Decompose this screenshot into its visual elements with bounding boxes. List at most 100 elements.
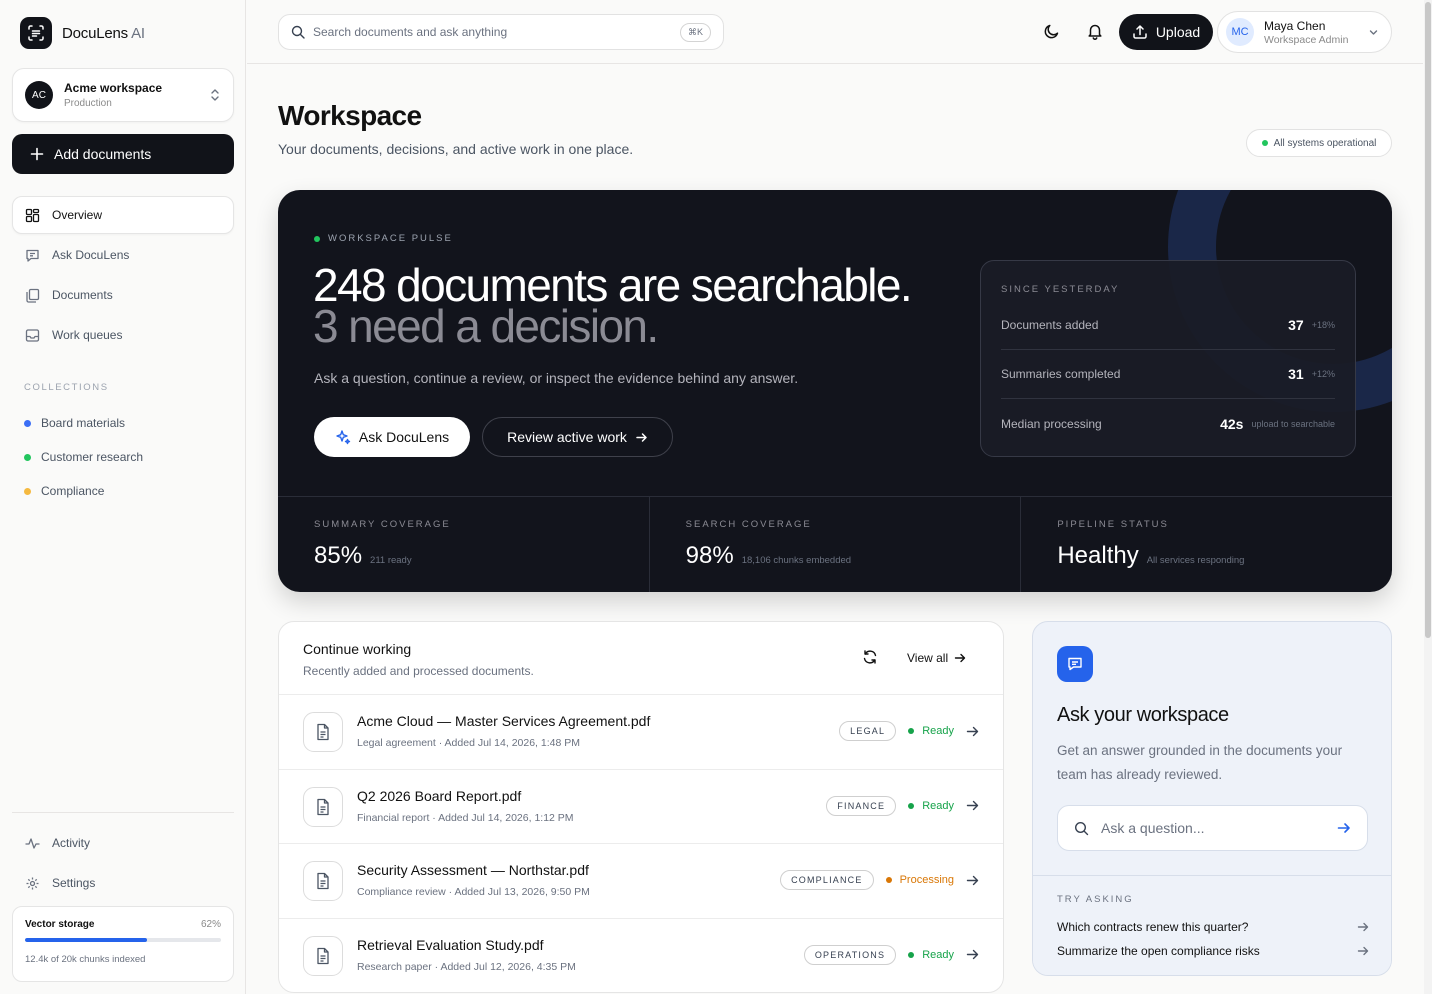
plus-icon	[30, 147, 44, 161]
sidebar: DocuLens AI AC Acme workspace Production…	[0, 0, 246, 994]
document-row[interactable]: Q2 2026 Board Report.pdf Financial repor…	[279, 770, 1003, 844]
user-name: Maya Chen	[1264, 18, 1326, 33]
stat-note: 211 ready	[370, 555, 412, 566]
storage-note: 12.4k of 20k chunks indexed	[25, 954, 146, 965]
document-row[interactable]: Retrieval Evaluation Study.pdf Research …	[279, 919, 1003, 993]
add-documents-button[interactable]: Add documents	[12, 134, 234, 174]
global-search[interactable]: Search documents and ask anything ⌘K	[278, 14, 724, 50]
try-asking-label: TRY ASKING	[1057, 894, 1134, 905]
document-status: Ready	[908, 949, 954, 961]
stat-note: 18,106 chunks embedded	[741, 555, 852, 566]
nav-item-documents[interactable]: Documents	[12, 276, 234, 314]
try-asking-section: TRY ASKING Which contracts renew this qu…	[1033, 875, 1391, 975]
theme-toggle-button[interactable]	[1040, 20, 1062, 42]
refresh-icon	[862, 649, 878, 665]
stat-value: 98%	[685, 542, 734, 569]
document-meta: Financial report · Added Jul 14, 2026, 1…	[357, 811, 574, 824]
document-row[interactable]: Security Assessment — Northstar.pdf Comp…	[279, 844, 1003, 919]
user-role: Workspace Admin	[1264, 33, 1349, 46]
stat-label: PIPELINE STATUS	[1057, 519, 1169, 530]
document-title: Retrieval Evaluation Study.pdf	[357, 936, 544, 953]
document-tag: LEGAL	[839, 721, 897, 741]
collection-item-customer-research[interactable]: Customer research	[24, 440, 143, 474]
stat-label: SUMMARY COVERAGE	[314, 519, 451, 530]
review-active-work-button[interactable]: Review active work	[482, 417, 673, 457]
nav-item-ask-doculens[interactable]: Ask DocuLens	[12, 236, 234, 274]
submit-arrow-icon[interactable]	[1337, 821, 1351, 835]
arrow-right-icon	[1357, 921, 1369, 933]
inbox-icon	[25, 328, 40, 343]
continue-working-subtitle: Recently added and processed documents.	[303, 664, 534, 678]
view-all-label: View all	[907, 651, 949, 665]
since-row: Documents added 37 +18%	[1001, 301, 1335, 350]
workspace-switcher[interactable]: AC Acme workspace Production	[12, 68, 234, 122]
document-meta: Legal agreement · Added Jul 14, 2026, 1:…	[357, 737, 580, 749]
upload-label: Upload	[1155, 24, 1201, 40]
collection-item-board-materials[interactable]: Board materials	[24, 406, 143, 440]
document-tag: COMPLIANCE	[780, 870, 874, 890]
suggestion-item[interactable]: Summarize the open compliance risks	[1057, 939, 1369, 963]
user-menu[interactable]: MC Maya Chen Workspace Admin	[1217, 11, 1392, 53]
system-status-badge[interactable]: All systems operational	[1246, 129, 1392, 157]
open-arrow-icon[interactable]	[966, 799, 979, 812]
continue-working-header: Continue working Recently added and proc…	[279, 622, 1003, 695]
document-row[interactable]: Acme Cloud — Master Services Agreement.p…	[279, 695, 1003, 770]
collections-list: Board materials Customer research Compli…	[24, 406, 143, 508]
document-tag: FINANCE	[826, 795, 897, 816]
since-row-delta: +18%	[1311, 320, 1335, 330]
storage-progress-bar	[25, 938, 221, 942]
chat-bubble-icon	[1057, 646, 1093, 682]
scrollbar-thumb[interactable]	[1425, 2, 1431, 638]
nav-item-work-queues[interactable]: Work queues	[12, 316, 234, 354]
refresh-button[interactable]	[862, 649, 878, 665]
since-row-value: 37	[1288, 317, 1304, 333]
ask-doculens-button[interactable]: Ask DocuLens	[314, 417, 470, 457]
collection-label: Customer research	[41, 450, 144, 464]
status-dot	[908, 951, 915, 958]
nav-item-settings[interactable]: Settings	[12, 864, 234, 902]
status-label: Ready	[922, 725, 954, 737]
document-icon	[303, 786, 343, 827]
open-arrow-icon[interactable]	[966, 948, 979, 961]
gear-icon	[25, 876, 40, 891]
document-title: Acme Cloud — Master Services Agreement.p…	[357, 713, 651, 729]
activity-icon	[25, 836, 40, 851]
nav-item-activity[interactable]: Activity	[12, 824, 234, 862]
nav-item-overview[interactable]: Overview	[12, 196, 234, 234]
stat-value: Healthy	[1057, 542, 1139, 569]
page-title: Workspace	[278, 100, 422, 131]
document-status: Ready	[908, 800, 954, 812]
nav-label: Overview	[52, 208, 103, 222]
chevron-up-down-icon	[209, 88, 221, 102]
brand[interactable]: DocuLens AI	[20, 17, 145, 49]
ask-description: Get an answer grounded in the documents …	[1057, 743, 1343, 782]
collection-item-compliance[interactable]: Compliance	[24, 474, 143, 508]
arrow-right-icon	[954, 652, 966, 664]
page-scrollbar[interactable]	[1424, 0, 1432, 994]
review-active-work-label: Review active work	[507, 429, 627, 445]
open-arrow-icon[interactable]	[966, 874, 979, 887]
stat-search-coverage: SEARCH COVERAGE 98% 18,106 chunks embedd…	[650, 497, 1022, 592]
ask-question-field[interactable]	[1057, 805, 1368, 851]
arrow-right-icon	[1357, 945, 1369, 957]
view-all-link[interactable]: View all	[907, 651, 966, 665]
upload-button[interactable]: Upload	[1119, 14, 1213, 50]
hero-description: Ask a question, continue a review, or in…	[314, 370, 799, 386]
secondary-nav: Activity Settings	[12, 824, 234, 904]
ask-question-input[interactable]	[1101, 820, 1325, 836]
sidebar-divider	[12, 812, 234, 813]
since-row-delta: upload to searchable	[1251, 418, 1335, 429]
suggestion-text: Summarize the open compliance risks	[1057, 944, 1260, 958]
open-arrow-icon[interactable]	[966, 725, 979, 738]
suggestion-item[interactable]: Which contracts renew this quarter?	[1057, 915, 1369, 939]
status-label: Ready	[922, 799, 954, 812]
doculens-logo-icon	[20, 17, 52, 49]
status-dot	[885, 877, 892, 883]
collections-heading: COLLECTIONS	[24, 382, 109, 393]
document-icon	[303, 712, 343, 752]
nav-label: Work queues	[52, 328, 123, 342]
notifications-button[interactable]	[1084, 20, 1106, 42]
document-status: Processing	[885, 874, 954, 886]
moon-icon	[1043, 23, 1060, 40]
storage-progress-fill	[25, 938, 147, 942]
